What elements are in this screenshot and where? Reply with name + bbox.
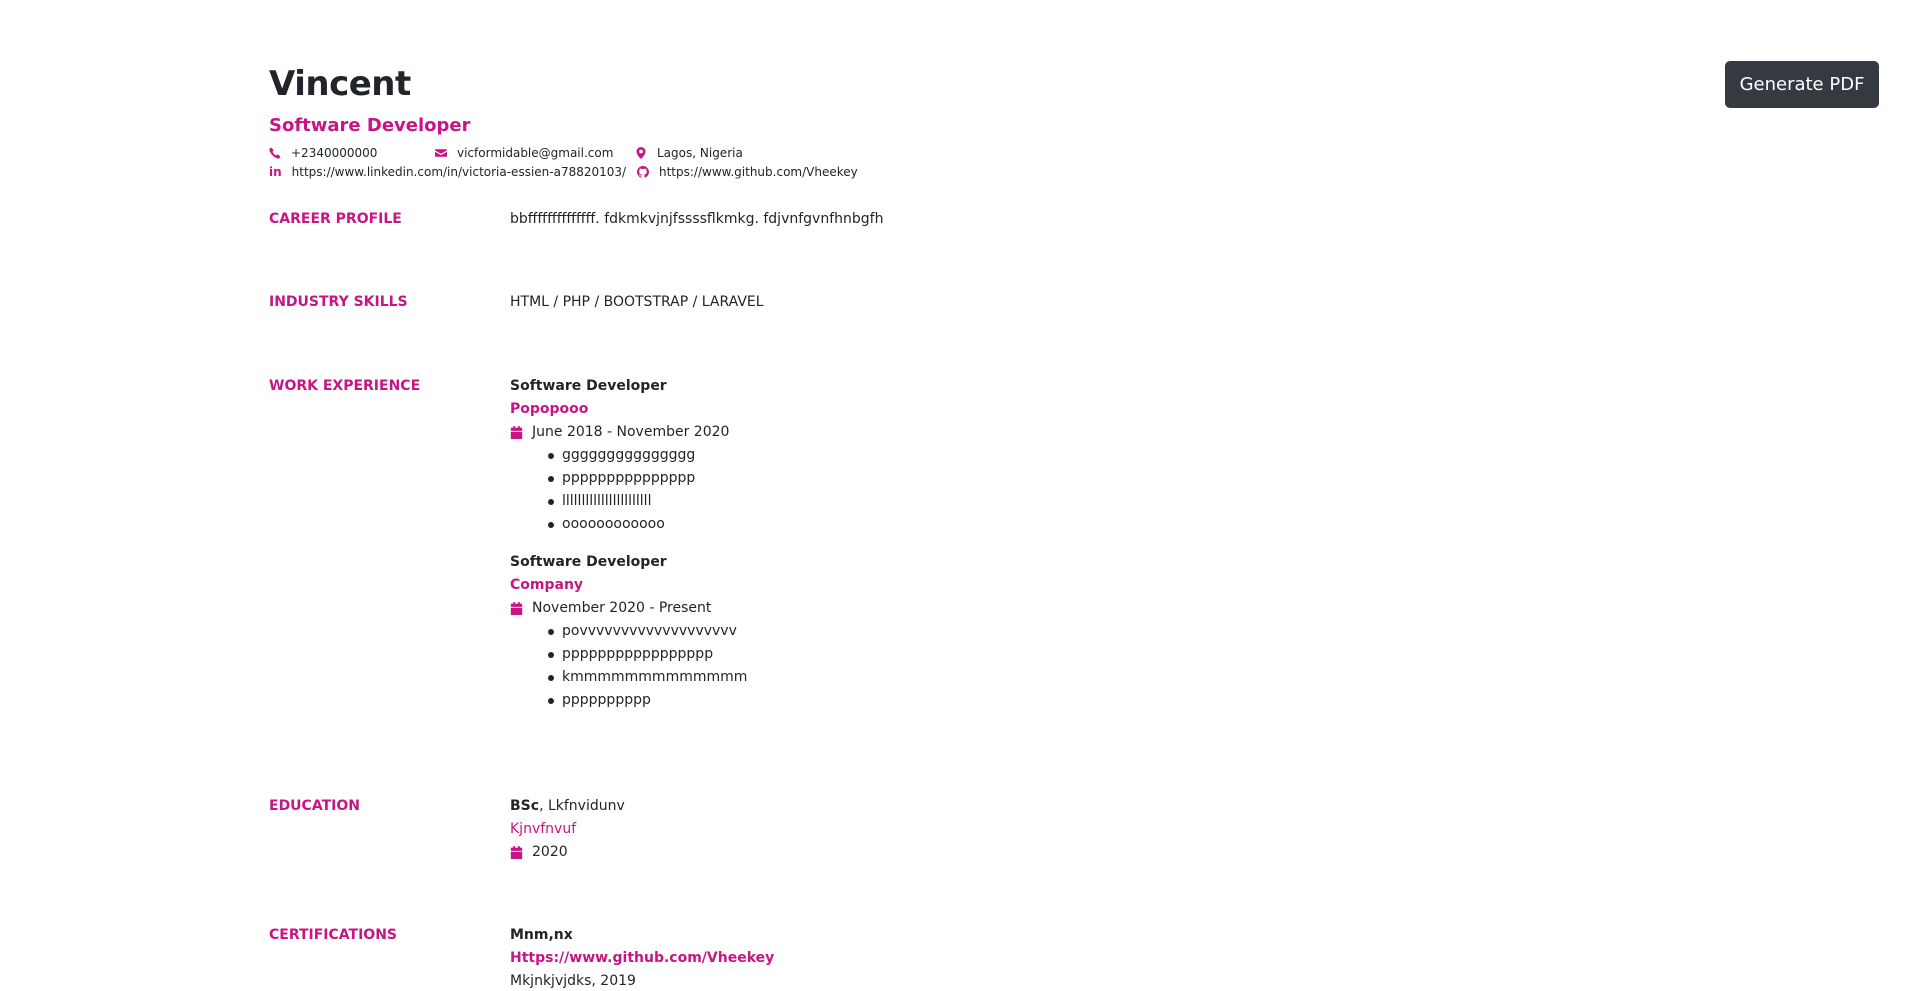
github-link[interactable]: https://www.github.com/Vheekey [659,165,858,179]
calendar-icon [510,601,523,615]
work-experience-list: Software Developer Popopooo June 2018 - … [510,376,1410,710]
email-link[interactable]: vicformidable@gmail.com [457,146,613,160]
github-icon [637,166,649,178]
contact-linkedin: in https://www.linkedin.com/in/victoria-… [269,165,626,179]
phone-icon [269,147,281,159]
list-item: lllllllllllllllllllllll [548,491,1410,511]
linkedin-link[interactable]: https://www.linkedin.com/in/victoria-ess… [292,165,626,179]
job-entry: Software Developer Popopooo June 2018 - … [510,376,1410,534]
section-label: CERTIFICATIONS [269,927,398,943]
section-label: INDUSTRY SKILLS [269,294,408,310]
list-item: oooooooooooo [548,514,1410,534]
contact-phone: +2340000000 [269,146,377,160]
contact-email: vicformidable@gmail.com [435,146,613,160]
education-school: Kjnvfnvuf [510,821,577,837]
job-dates-text: November 2020 - Present [532,600,712,616]
calendar-icon [510,425,523,439]
job-title: Software Developer [510,378,667,394]
skills-text: HTML / PHP / BOOTSTRAP / LARAVEL [510,294,764,310]
list-item: ppppppppppppppp [548,468,1410,488]
linkedin-icon: in [269,165,282,179]
education-year: 2020 [510,842,1410,862]
job-dates: November 2020 - Present [510,598,1410,618]
location-text: Lagos, Nigeria [657,146,743,160]
education-field: , Lkfnvidunv [539,798,625,814]
map-marker-icon [635,147,647,159]
job-title: Software Developer [510,554,667,570]
education-year-text: 2020 [532,844,568,860]
envelope-icon [435,147,447,159]
section-label: CAREER PROFILE [269,211,402,227]
section-label: WORK EXPERIENCE [269,378,421,394]
certification-name: Mnm,nx [510,927,573,943]
list-item: ppppppppppppppppp [548,644,1410,664]
phone-text: +2340000000 [291,146,378,160]
job-company: Popopooo [510,401,589,417]
list-item: povvvvvvvvvvvvvvvvvvv [548,621,1410,641]
list-item: ggggggggggggggg [548,445,1410,465]
education-degree-row: BSc, Lkfnvidunv [510,796,1410,816]
contact-info: +2340000000 vicformidable@gmail.com Lago… [269,144,1569,186]
list-item: kmmmmmmmmmmmmm [548,667,1410,687]
job-dates-text: June 2018 - November 2020 [532,424,730,440]
list-item: pppppppppp [548,690,1410,710]
education-degree: BSc [510,798,540,814]
contact-github: https://www.github.com/Vheekey [637,165,858,179]
job-dates: June 2018 - November 2020 [510,422,1410,442]
certification-entry: Mnm,nx Https://www.github.com/Vheekey Mk… [510,925,1410,991]
certification-issuer: Mkjnkjvjdks, 2019 [510,973,636,989]
calendar-icon [510,845,523,859]
resume-title: Software Developer [269,115,471,136]
job-bullets: povvvvvvvvvvvvvvvvvvv ppppppppppppppppp … [510,621,1410,710]
resume-name: Vincent [269,64,411,104]
resume-header: Vincent Software Developer +2340000000 v… [269,62,1569,186]
certification-link[interactable]: Https://www.github.com/Vheekey [510,948,1410,968]
section-label: EDUCATION [269,798,360,814]
job-company: Company [510,577,584,593]
generate-pdf-button[interactable]: Generate PDF [1725,61,1879,108]
contact-location: Lagos, Nigeria [635,146,743,160]
career-profile-text: bbffffffffffffff. fdkmkvjnjfssssflkmkg. … [510,211,884,227]
job-entry: Software Developer Company November 2020… [510,552,1410,710]
education-entry: BSc, Lkfnvidunv Kjnvfnvuf 2020 [510,796,1410,862]
job-bullets: ggggggggggggggg ppppppppppppppp llllllll… [510,445,1410,534]
